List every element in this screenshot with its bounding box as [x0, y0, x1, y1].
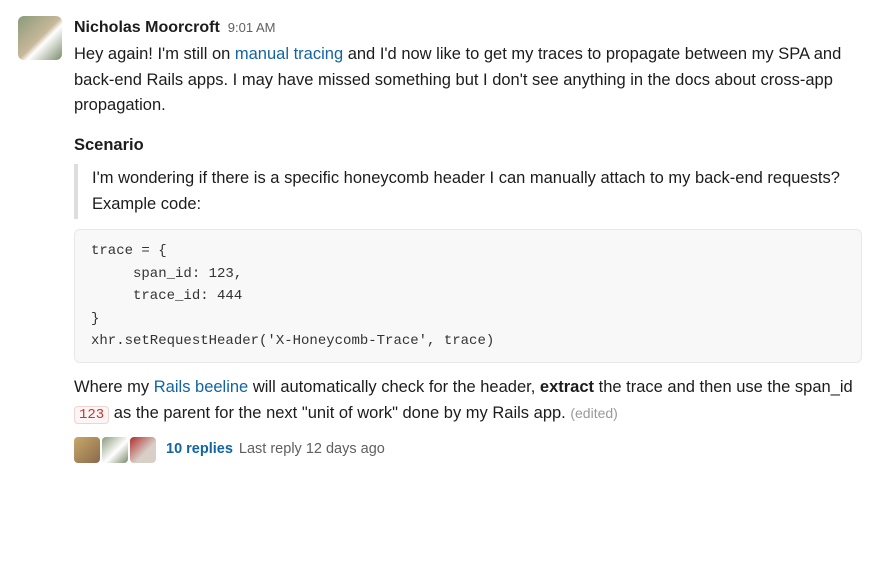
thread-summary[interactable]: 10 replies Last reply 12 days ago — [74, 437, 862, 463]
username[interactable]: Nicholas Moorcroft — [74, 16, 220, 40]
section-title: Scenario — [74, 133, 862, 159]
outro-mid2: the trace and then use the span_id — [594, 378, 853, 396]
rails-beeline-link[interactable]: Rails beeline — [154, 378, 248, 396]
intro-paragraph: Hey again! I'm still on manual tracing a… — [74, 42, 862, 119]
replies-link[interactable]: 10 replies — [166, 438, 233, 460]
reply-avatar[interactable] — [74, 437, 100, 463]
span-id-code: 123 — [74, 406, 109, 424]
outro-pre: Where my — [74, 378, 154, 396]
message-content: Nicholas Moorcroft 9:01 AM Hey again! I'… — [74, 16, 862, 463]
outro-post: as the parent for the next "unit of work… — [109, 404, 570, 422]
reply-avatar[interactable] — [130, 437, 156, 463]
edited-label: (edited) — [570, 405, 617, 421]
outro-paragraph: Where my Rails beeline will automaticall… — [74, 375, 862, 426]
quote-text: I'm wondering if there is a specific hon… — [92, 169, 840, 213]
thread-avatars — [74, 437, 156, 463]
message-body: Hey again! I'm still on manual tracing a… — [74, 42, 862, 463]
manual-tracing-link[interactable]: manual tracing — [235, 45, 343, 63]
scenario-quote: I'm wondering if there is a specific hon… — [74, 164, 862, 219]
message-header: Nicholas Moorcroft 9:01 AM — [74, 16, 862, 40]
avatar[interactable] — [18, 16, 62, 60]
reply-avatar[interactable] — [102, 437, 128, 463]
intro-text-pre: Hey again! I'm still on — [74, 45, 235, 63]
slack-message: Nicholas Moorcroft 9:01 AM Hey again! I'… — [18, 16, 862, 463]
extract-bold: extract — [540, 378, 594, 396]
timestamp[interactable]: 9:01 AM — [228, 18, 276, 38]
code-block[interactable]: trace = { span_id: 123, trace_id: 444 } … — [74, 229, 862, 363]
outro-mid1: will automatically check for the header, — [248, 378, 540, 396]
last-reply-meta: Last reply 12 days ago — [239, 438, 385, 460]
